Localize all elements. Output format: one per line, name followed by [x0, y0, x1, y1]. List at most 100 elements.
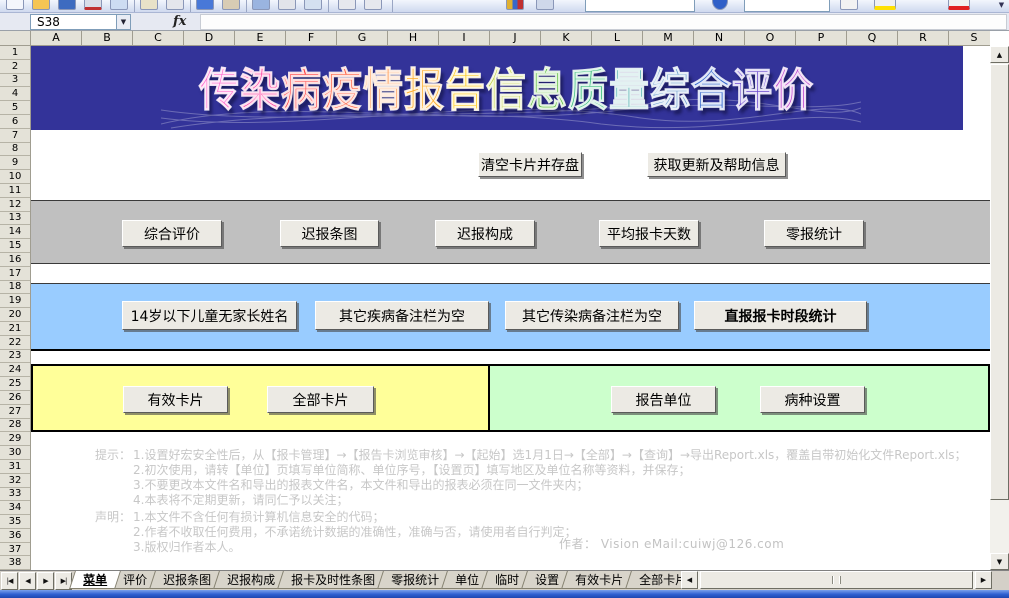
- row-header[interactable]: 3: [0, 74, 30, 88]
- row-header[interactable]: 21: [0, 322, 30, 336]
- column-header[interactable]: O: [745, 31, 796, 45]
- borders-icon[interactable]: [840, 0, 858, 10]
- copy-icon[interactable]: [166, 0, 184, 10]
- row-header[interactable]: 12: [0, 198, 30, 212]
- sheet-button[interactable]: 迟报构成: [435, 220, 535, 247]
- font-color-icon[interactable]: [948, 0, 970, 10]
- row-header[interactable]: 8: [0, 143, 30, 157]
- hyperlink-icon[interactable]: [252, 0, 270, 10]
- row-header[interactable]: 10: [0, 170, 30, 184]
- toolbar-options-icon[interactable]: ▼: [996, 1, 1007, 12]
- column-header[interactable]: P: [796, 31, 847, 45]
- scroll-up-icon[interactable]: ▲: [990, 46, 1009, 63]
- row-header[interactable]: 17: [0, 267, 30, 281]
- save-icon[interactable]: [58, 0, 76, 10]
- row-header[interactable]: 37: [0, 543, 30, 557]
- column-header[interactable]: A: [31, 31, 82, 45]
- horizontal-scroll-track[interactable]: [698, 571, 975, 589]
- column-header[interactable]: M: [643, 31, 694, 45]
- row-header[interactable]: 32: [0, 474, 30, 488]
- scroll-right-icon[interactable]: ▶: [975, 571, 992, 589]
- row-header[interactable]: 23: [0, 350, 30, 364]
- undo-icon[interactable]: [304, 0, 322, 10]
- column-header[interactable]: J: [490, 31, 541, 45]
- autosum-icon[interactable]: [278, 0, 296, 10]
- sheet-button[interactable]: 病种设置: [760, 386, 865, 413]
- chart-wizard-icon[interactable]: [506, 0, 524, 10]
- new-icon[interactable]: [6, 0, 24, 10]
- horizontal-scrollbar[interactable]: ◀ ▶: [681, 571, 992, 589]
- row-header[interactable]: 4: [0, 87, 30, 101]
- highlight-color-icon[interactable]: [874, 0, 896, 10]
- row-header[interactable]: 28: [0, 419, 30, 433]
- row-header[interactable]: 26: [0, 391, 30, 405]
- row-header[interactable]: 13: [0, 212, 30, 226]
- next-sheet-button[interactable]: ▶: [37, 572, 54, 590]
- row-header[interactable]: 25: [0, 377, 30, 391]
- vertical-scroll-thumb[interactable]: [990, 64, 1009, 500]
- column-header[interactable]: F: [286, 31, 337, 45]
- sheet-button[interactable]: 有效卡片: [123, 386, 228, 413]
- paste-icon[interactable]: [222, 0, 240, 10]
- sheet-button[interactable]: 报告单位: [611, 386, 716, 413]
- sheet-button[interactable]: 平均报卡天数: [599, 220, 699, 247]
- row-header[interactable]: 27: [0, 405, 30, 419]
- column-header[interactable]: B: [82, 31, 133, 45]
- sheet-button[interactable]: 全部卡片: [267, 386, 374, 413]
- help-icon[interactable]: [712, 0, 728, 10]
- print-preview-icon[interactable]: [110, 0, 128, 10]
- sheet-button[interactable]: 其它疾病备注栏为空: [315, 301, 489, 330]
- row-header[interactable]: 34: [0, 501, 30, 515]
- row-header[interactable]: 18: [0, 281, 30, 295]
- row-header[interactable]: 20: [0, 308, 30, 322]
- sheet-button[interactable]: 综合评价: [122, 220, 222, 247]
- row-header[interactable]: 29: [0, 432, 30, 446]
- row-header[interactable]: 30: [0, 446, 30, 460]
- row-header[interactable]: 6: [0, 115, 30, 129]
- sheet-button[interactable]: 其它传染病备注栏为空: [505, 301, 679, 330]
- sheet-tab[interactable]: 菜单: [69, 571, 121, 589]
- row-header[interactable]: 36: [0, 529, 30, 543]
- column-header[interactable]: H: [388, 31, 439, 45]
- zoom-combobox[interactable]: [585, 0, 695, 12]
- font-combobox[interactable]: [744, 0, 830, 12]
- column-header[interactable]: G: [337, 31, 388, 45]
- sheet-button[interactable]: 零报统计: [764, 220, 864, 247]
- column-header[interactable]: C: [133, 31, 184, 45]
- column-header[interactable]: K: [541, 31, 592, 45]
- row-header[interactable]: 11: [0, 184, 30, 198]
- column-header[interactable]: D: [184, 31, 235, 45]
- column-header[interactable]: L: [592, 31, 643, 45]
- name-box-dropdown-icon[interactable]: ▼: [116, 14, 131, 30]
- column-header[interactable]: R: [898, 31, 949, 45]
- select-all-corner[interactable]: [0, 31, 31, 46]
- horizontal-scroll-thumb[interactable]: [700, 571, 973, 589]
- prev-sheet-button[interactable]: ◀: [19, 572, 36, 590]
- row-header[interactable]: 1: [0, 46, 30, 60]
- row-header[interactable]: 22: [0, 336, 30, 350]
- vertical-scrollbar[interactable]: ▲ ▼: [990, 46, 1009, 570]
- row-header[interactable]: 2: [0, 60, 30, 74]
- clear-cards-save-button[interactable]: 清空卡片并存盘: [478, 152, 582, 177]
- row-header[interactable]: 16: [0, 253, 30, 267]
- first-sheet-button[interactable]: |◀: [1, 572, 18, 590]
- formula-input[interactable]: [200, 14, 1007, 30]
- mail-icon[interactable]: [140, 0, 158, 10]
- column-header[interactable]: Q: [847, 31, 898, 45]
- spelling-icon[interactable]: [196, 0, 214, 10]
- row-header[interactable]: 33: [0, 488, 30, 502]
- drawing-icon[interactable]: [536, 0, 554, 10]
- row-header[interactable]: 7: [0, 129, 30, 143]
- row-header[interactable]: 38: [0, 556, 30, 570]
- row-header[interactable]: 31: [0, 460, 30, 474]
- sheet-button[interactable]: 14岁以下儿童无家长姓名: [122, 301, 297, 330]
- sheet-tab[interactable]: 报卡及时性条图: [277, 571, 389, 589]
- column-header[interactable]: E: [235, 31, 286, 45]
- column-header[interactable]: I: [439, 31, 490, 45]
- sort-asc-icon[interactable]: [338, 0, 356, 10]
- row-header[interactable]: 35: [0, 515, 30, 529]
- print-icon[interactable]: [84, 0, 102, 10]
- sort-desc-icon[interactable]: [364, 0, 382, 10]
- row-header[interactable]: 9: [0, 156, 30, 170]
- insert-function-icon[interactable]: fx: [173, 14, 186, 29]
